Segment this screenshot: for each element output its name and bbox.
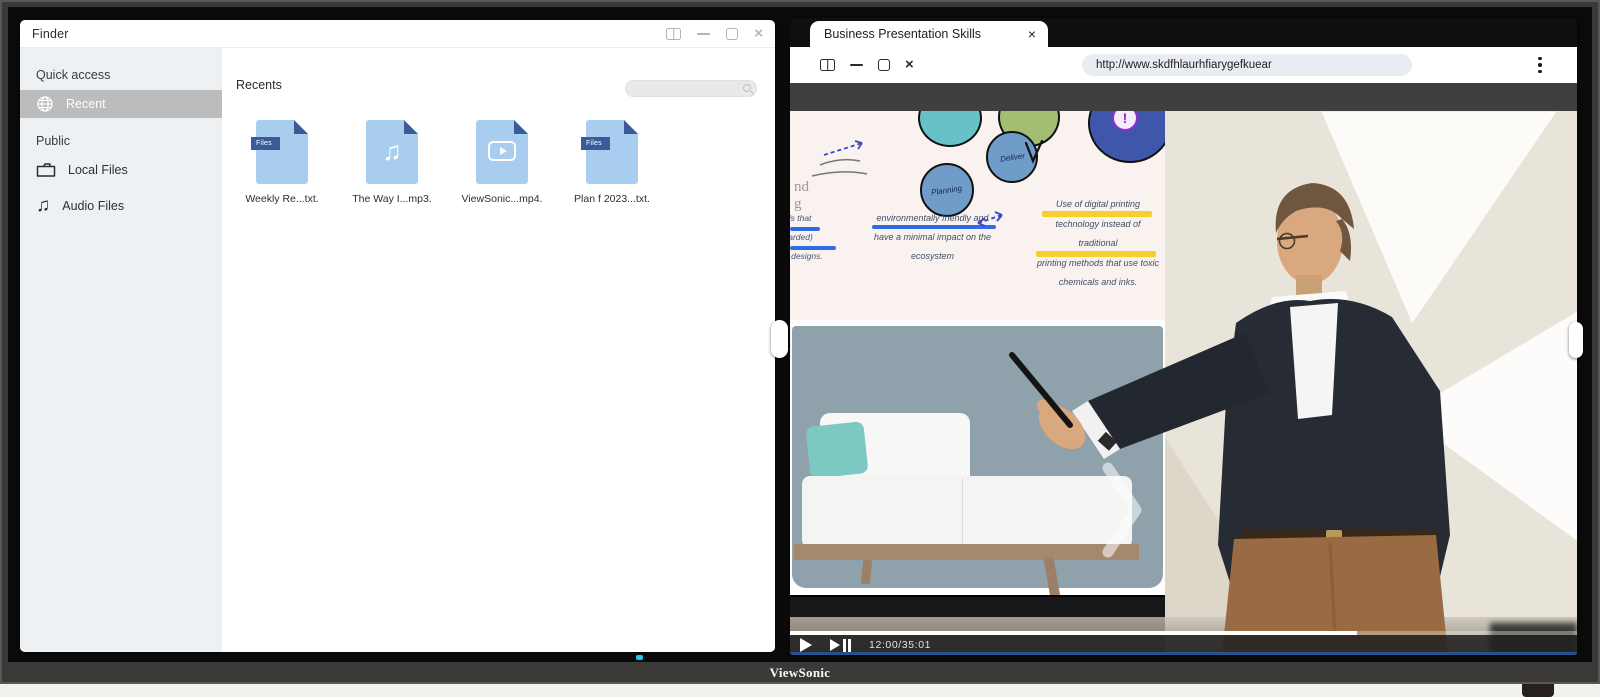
sidebar-item-local-files[interactable]: Local Files [20,156,222,184]
music-note-icon: ♫ [36,197,50,215]
play-pause-icon[interactable] [830,639,851,652]
sidebar-item-audio-files[interactable]: ♫ Audio Files [20,192,222,220]
browser-window: Business Presentation Skills × × http://… [790,18,1577,655]
file-name: Weekly Re...txt. [245,193,318,205]
stand-stub [1522,684,1554,697]
video-frame[interactable]: Deliver Planning ! nd g als that carded) [790,83,1577,655]
viewsonic-logo: ViewSonic [770,665,831,681]
screen: Finder × Quick access [8,7,1592,662]
bottom-bezel: ViewSonic [0,662,1600,684]
sidebar-item-recent[interactable]: Recent [20,90,222,118]
file-name: ViewSonic...mp4. [462,193,543,205]
minimize-icon[interactable] [850,64,863,66]
video-time-display: 12:00/35:01 [869,639,931,651]
finder-main-area: Recents Files Weekly Re...txt. [222,48,775,652]
edge-drag-handle[interactable] [1569,322,1583,358]
viewsonic-display-device: Finder × Quick access [0,0,1600,697]
files-badge: Files [581,137,610,150]
finder-window-title: Finder [32,27,69,41]
file-name: The Way I...mp3. [352,193,432,205]
music-note-icon: ♫ [366,136,418,167]
folder-icon [36,162,56,178]
window-bottom-accent [790,652,1577,655]
search-icon [743,84,751,92]
files-badge: Files [251,137,280,150]
finder-titlebar: Finder × [20,20,775,48]
finder-window: Finder × Quick access [20,20,775,652]
split-screen-icon[interactable] [820,59,835,71]
split-drag-handle[interactable] [771,320,788,358]
sidebar-item-label: Recent [66,97,106,111]
play-icon [488,141,516,161]
finder-body: Quick access Recent Public [20,48,775,652]
recents-header: Recents [236,78,282,92]
page-fold-icon [404,120,418,134]
globe-icon [36,95,54,113]
page-fold-icon [624,120,638,134]
url-text: http://www.skdfhlaurhfiarygefkuear [1096,59,1272,71]
sidebar-section-public: Public [20,126,222,156]
maximize-icon[interactable] [878,59,890,71]
file-item-plan[interactable]: Files Plan f 2023...txt. [568,120,656,205]
play-icon[interactable] [800,638,812,652]
kebab-menu-icon[interactable] [1533,55,1547,75]
text-file-icon: Files [586,120,638,184]
file-name: Plan f 2023...txt. [574,193,650,205]
close-icon[interactable]: × [905,59,914,71]
tab-title: Business Presentation Skills [824,27,1026,41]
video-file-icon [476,120,528,184]
browser-window-controls: × [790,59,914,71]
file-item-audio[interactable]: ♫ The Way I...mp3. [348,120,436,205]
finder-sidebar: Quick access Recent Public [20,48,222,652]
browser-toolbar: × http://www.skdfhlaurhfiarygefkuear [790,47,1577,83]
tab-close-icon[interactable]: × [1026,26,1038,42]
close-icon[interactable]: × [754,28,763,40]
sidebar-section-quick-access: Quick access [20,60,222,90]
sidebar-item-label: Audio Files [62,199,124,213]
url-bar[interactable]: http://www.skdfhlaurhfiarygefkuear [1082,54,1412,76]
minimize-icon[interactable] [697,33,710,35]
browser-tab[interactable]: Business Presentation Skills × [810,21,1048,47]
presenter-graphic [790,83,1577,655]
file-item-weekly-report[interactable]: Files Weekly Re...txt. [238,120,326,205]
page-fold-icon [294,120,308,134]
split-screen-icon[interactable] [666,28,681,40]
table-surface [0,684,1600,697]
files-grid: Files Weekly Re...txt. ♫ The Way I...mp3… [238,120,656,205]
file-item-video[interactable]: ViewSonic...mp4. [458,120,546,205]
audio-file-icon: ♫ [366,120,418,184]
sidebar-item-label: Local Files [68,163,128,177]
search-input[interactable] [625,80,757,97]
finder-window-controls: × [666,28,763,40]
text-file-icon: Files [256,120,308,184]
touch-indicator [636,655,643,660]
maximize-icon[interactable] [726,28,738,40]
page-fold-icon [514,120,528,134]
browser-tab-bar: Business Presentation Skills × [790,18,1577,47]
presenter-man [1012,183,1450,655]
